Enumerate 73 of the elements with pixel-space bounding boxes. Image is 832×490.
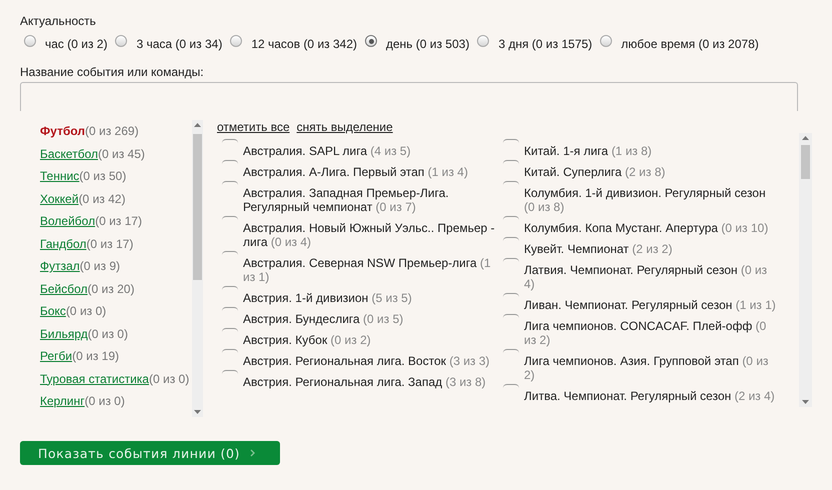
- league-label[interactable]: Литва. Чемпионат. Регулярный сезон (2 из 4): [524, 384, 780, 403]
- radio-label[interactable]: 3 дня (0 из 1575): [498, 37, 592, 51]
- count-text: (0 из 50): [79, 169, 126, 183]
- count-text: (0 из 45): [98, 146, 145, 160]
- scroll-up-arrow-icon[interactable]: [802, 136, 809, 140]
- league-label[interactable]: Австрия. Бундеслига (0 из 5): [243, 307, 498, 326]
- count-text: (0 из 17): [95, 214, 142, 228]
- count-text: (0 из 19): [72, 349, 119, 363]
- league-label[interactable]: Австралия. Западная Премьер-Лига. Регулярный чемпионат (0 из 7): [243, 181, 498, 214]
- radio-label[interactable]: любое время (0 из 2078): [621, 37, 759, 51]
- search-field[interactable]: [20, 82, 798, 111]
- sport-link[interactable]: Регби: [40, 349, 72, 363]
- radio-label[interactable]: 3 часа (0 из 34): [136, 37, 222, 51]
- league-label[interactable]: Лига чемпионов. CONCACAF. Плей-офф (0 из 2): [524, 314, 780, 347]
- section-title: Актуальность: [20, 14, 97, 30]
- count-text: (0 из 42): [78, 192, 126, 206]
- league-label[interactable]: Колумбия. 1-й дивизион. Регулярный сезон (0 из 8): [524, 181, 780, 214]
- scrollbar-thumb[interactable]: [801, 145, 810, 179]
- sport-link[interactable]: Теннис: [40, 169, 80, 183]
- league-label[interactable]: Австрия. Региональная лига. Восток (3 из 3): [243, 349, 498, 368]
- count-text: (0 из 0): [66, 304, 106, 318]
- league-label[interactable]: Австрия. 1-й дивизион (5 из 5): [243, 286, 498, 305]
- radio-label[interactable]: час (0 из 2): [45, 37, 108, 51]
- scrollbar[interactable]: [799, 133, 812, 407]
- scrollbar-thumb[interactable]: [193, 134, 202, 280]
- action-link[interactable]: отметить все: [217, 120, 290, 138]
- count-text: (0 из 0): [148, 372, 190, 386]
- scroll-down-arrow-icon[interactable]: [194, 410, 201, 414]
- league-label[interactable]: Австралия. SAPL лига (4 из 5): [243, 139, 498, 158]
- radio-label[interactable]: день (0 из 503): [386, 37, 470, 51]
- count-text: (0 из 17): [86, 236, 134, 250]
- league-label[interactable]: Австралия. Северная NSW Премьер-лига (1 из 1): [243, 251, 498, 284]
- sport-link[interactable]: Бейсбол: [40, 282, 88, 296]
- league-label[interactable]: Ливан. Чемпионат. Регулярный сезон (1 из 1): [524, 293, 780, 312]
- submit-button[interactable]: Показать события линии (0): [20, 441, 280, 465]
- radio-button[interactable]: [230, 35, 242, 47]
- radio-button[interactable]: [600, 35, 612, 47]
- scroll-down-arrow-icon[interactable]: [802, 400, 809, 404]
- radio-label[interactable]: 12 часов (0 из 342): [251, 37, 357, 51]
- count-text: (0 из 9): [80, 259, 120, 273]
- league-label[interactable]: Австралия. А-Лига. Первый этап (1 из 4): [243, 160, 498, 179]
- radio-button[interactable]: [24, 35, 36, 47]
- league-label[interactable]: Латвия. Чемпионат. Регулярный сезон (0 из 4): [524, 258, 780, 291]
- sport-link[interactable]: Бокс: [40, 304, 66, 318]
- league-label[interactable]: Кувейт. Чемпионат (2 из 2): [524, 237, 780, 256]
- league-label[interactable]: Китай. 1-я лига (1 из 8): [524, 139, 780, 158]
- scrollbar[interactable]: [192, 120, 203, 417]
- count-text: (0 из 0): [84, 394, 125, 408]
- sport-link[interactable]: Футбол: [40, 124, 86, 138]
- league-label[interactable]: Колумбия. Копа Мустанг. Апертура (0 из 10): [524, 216, 780, 235]
- count-text: (0 из 20): [88, 282, 134, 296]
- scroll-up-arrow-icon[interactable]: [194, 123, 201, 127]
- league-label[interactable]: Австрия. Кубок (0 из 2): [243, 328, 498, 347]
- count-text: (0 из 0): [88, 326, 128, 340]
- sport-link[interactable]: Хоккей: [40, 192, 79, 206]
- count-text: (0 из 269): [85, 124, 139, 138]
- league-label[interactable]: Китай. Суперлига (2 из 8): [524, 160, 780, 179]
- sport-link[interactable]: Керлинг: [40, 394, 85, 408]
- sport-link[interactable]: Туровая статистика: [40, 372, 149, 386]
- sport-link[interactable]: Футзал: [40, 259, 80, 273]
- league-label[interactable]: Лига чемпионов. Азия. Групповой этап (0 из 2): [524, 349, 780, 382]
- chevron-icon: [250, 449, 255, 457]
- radio-button[interactable]: [477, 35, 490, 47]
- sport-link[interactable]: Волейбол: [40, 214, 96, 228]
- league-label[interactable]: Австрия. Региональная лига. Запад (3 из 8): [243, 370, 498, 389]
- sport-link[interactable]: Гандбол: [40, 236, 86, 250]
- radio-button[interactable]: [115, 35, 128, 47]
- sport-link[interactable]: Бильярд: [40, 326, 88, 340]
- field-label: Название события или команды:: [20, 65, 205, 80]
- league-label[interactable]: Австралия. Новый Южный Уэльс.. Премьер - лига (0 из 4): [243, 216, 498, 249]
- sport-link[interactable]: Баскетбол: [40, 146, 98, 160]
- radio-button[interactable]: [365, 35, 377, 47]
- action-link[interactable]: снять выделение: [296, 120, 393, 138]
